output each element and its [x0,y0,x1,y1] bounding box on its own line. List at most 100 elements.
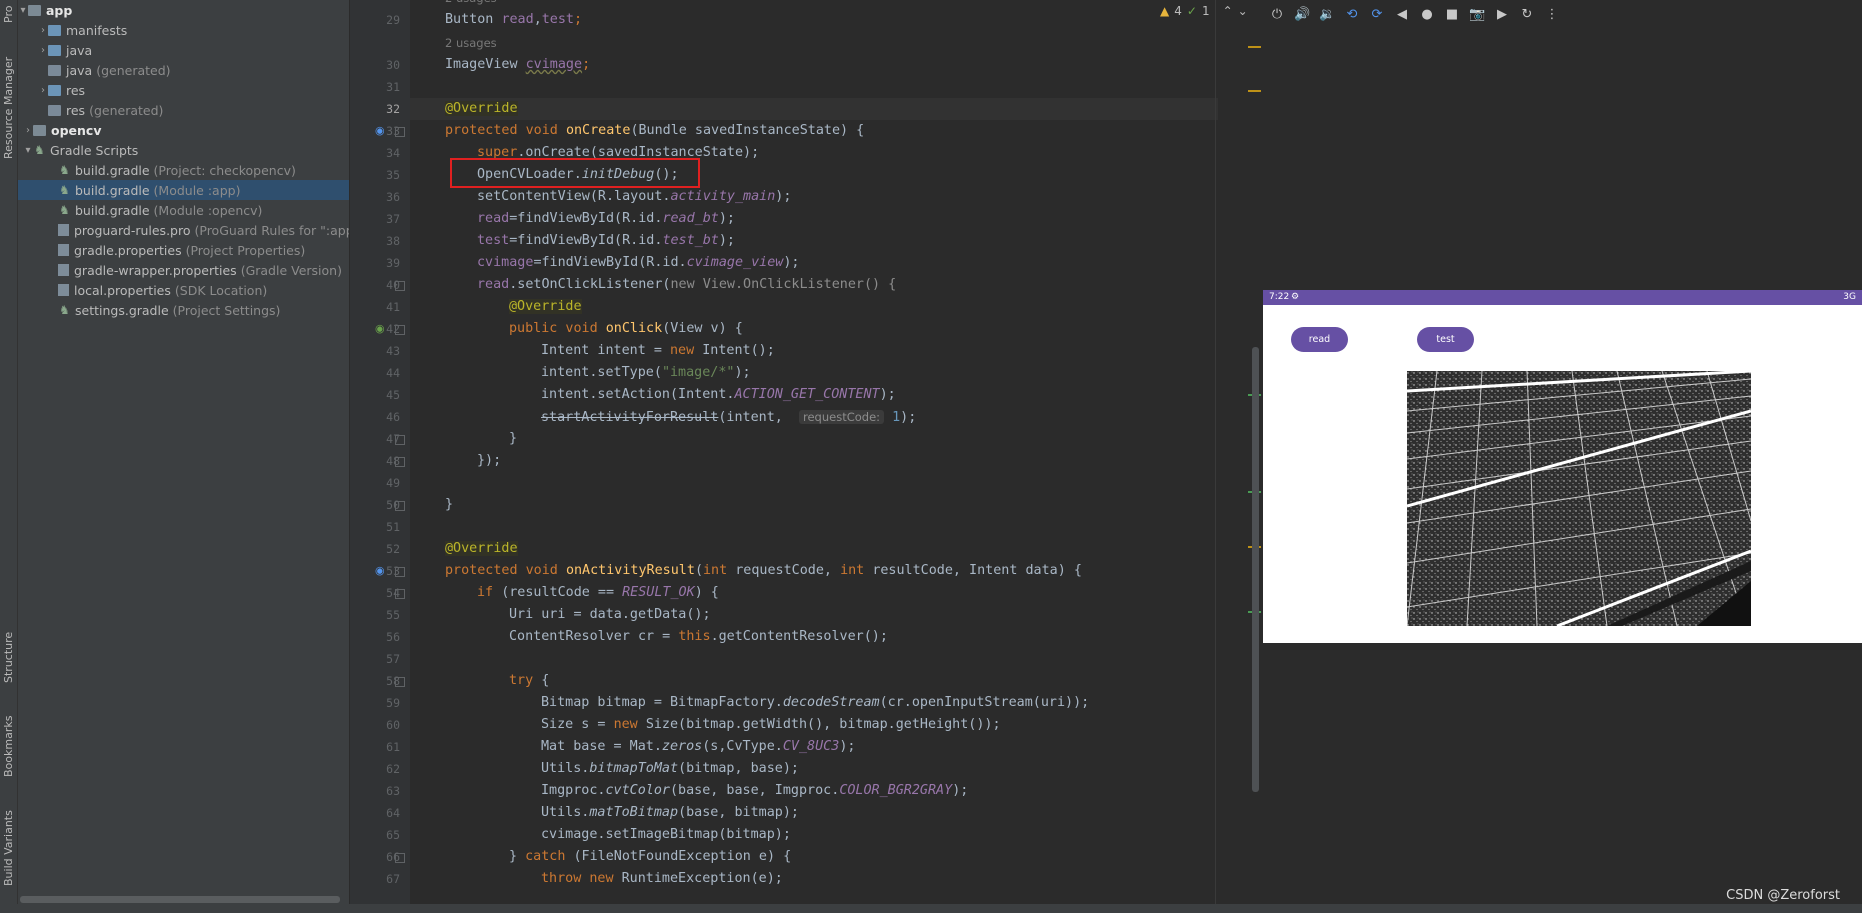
line-number: 31 [386,80,400,94]
home-icon[interactable]: ● [1419,7,1435,22]
tree-item-label: java [66,62,93,78]
warning-stripe[interactable] [1248,90,1261,92]
chevron-right-icon[interactable]: › [38,85,48,96]
tree-item-build-gradle-project[interactable]: ♞ build.gradle (Project: checkopencv) [18,160,349,180]
line-number: 51 [386,520,400,534]
line-number: 35 [386,168,400,182]
snapshot-icon[interactable]: ↻ [1519,7,1535,22]
chevron-right-icon[interactable]: › [38,25,48,36]
override-gutter-icon[interactable]: ◉ [375,564,385,577]
screen-record-icon[interactable]: ▶ [1494,7,1510,22]
structure-tab[interactable]: Structure [0,625,17,689]
tree-item-proguard[interactable]: proguard-rules.pro (ProGuard Rules for "… [18,220,349,240]
generated-folder-icon [48,104,61,116]
editor-vertical-scrollbar[interactable] [1252,347,1259,792]
tree-item-opencv[interactable]: › opencv [18,120,349,140]
line-number: 59 [386,696,400,710]
resource-manager-tab[interactable]: Resource Manager [0,50,17,165]
chevron-up-icon[interactable]: ⌃ [1223,4,1233,18]
tree-item-gradle-scripts[interactable]: ▾ ♞ Gradle Scripts [18,140,349,160]
fold-icon[interactable] [395,435,405,445]
fold-icon[interactable] [395,281,405,291]
power-icon[interactable]: ⏻ [1269,7,1285,22]
tree-item-settings-gradle[interactable]: ♞ settings.gradle (Project Settings) [18,300,349,320]
line-number: 62 [386,762,400,776]
fold-icon[interactable] [395,589,405,599]
tree-item-res[interactable]: › res [18,80,349,100]
inspection-widget[interactable]: ▲ 4 ✓ 1 ⌃ ⌄ [1160,4,1248,18]
chevron-down-icon[interactable]: ▾ [23,145,33,156]
tree-item-label: opencv [51,122,102,138]
usages-hint[interactable]: 2 usages [445,0,497,9]
build-variants-tab[interactable]: Build Variants [0,802,17,894]
volume-up-icon[interactable]: 🔊 [1294,7,1310,22]
chevron-down-icon[interactable]: ▾ [18,5,28,16]
back-icon[interactable]: ◀ [1394,7,1410,22]
line-number: 40 [386,278,400,292]
code-line: public void onClick(View v) { [509,321,743,336]
warning-stripe[interactable] [1248,46,1261,48]
file-icon [58,224,69,236]
chevron-right-icon[interactable]: › [38,45,48,56]
current-line-highlight [410,98,1218,120]
overview-icon[interactable]: ■ [1444,7,1460,22]
tree-item-build-gradle-opencv[interactable]: ♞ build.gradle (Module :opencv) [18,200,349,220]
folder-icon [48,44,61,56]
implements-gutter-icon[interactable]: ◉ [375,322,385,335]
project-horizontal-scrollbar[interactable] [20,896,340,903]
line-number: 41 [386,300,400,314]
line-number: 50 [386,498,400,512]
fold-icon[interactable] [395,677,405,687]
tree-item-gradle-properties[interactable]: gradle.properties (Project Properties) [18,240,349,260]
tree-item-build-gradle-app[interactable]: ♞ build.gradle (Module :app) [18,180,349,200]
rotate-left-icon[interactable]: ⟲ [1344,7,1360,22]
tree-item-label: local.properties [74,282,171,298]
code-line: intent.setType("image/*"); [541,365,751,380]
emulator-screen[interactable]: 7:22 ⚙ 3G read test [1263,290,1862,643]
right-margin-guide [1215,0,1216,913]
project-tab[interactable]: Pro [0,0,17,28]
rotate-right-icon[interactable]: ⟳ [1369,7,1385,22]
test-button[interactable]: test [1417,327,1474,352]
fold-icon[interactable] [395,853,405,863]
tree-item-hint: (ProGuard Rules for ":app") [194,222,350,238]
code-line: @Override [509,299,582,314]
gradle-elephant-icon: ♞ [59,203,70,217]
solar-panel-image [1407,371,1751,626]
tree-item-manifests[interactable]: › manifests [18,20,349,40]
line-number: 58 [386,674,400,688]
line-number: 38 [386,234,400,248]
tree-item-java[interactable]: › java [18,40,349,60]
tree-item-java-generated[interactable]: java (generated) [18,60,349,80]
override-gutter-icon[interactable]: ◉ [375,124,385,137]
volume-down-icon[interactable]: 🔉 [1319,7,1335,22]
screenshot-icon[interactable]: 📷 [1469,7,1485,22]
more-icon[interactable]: ⋮ [1544,7,1560,22]
code-editor[interactable]: 2 usages Button read,test; 2 usages Imag… [410,0,1218,913]
fold-icon[interactable] [395,457,405,467]
tree-item-app[interactable]: ▾ app [18,0,349,20]
tree-item-label: build.gradle [75,202,150,218]
tree-item-label: app [46,2,73,18]
code-line: }); [477,453,502,468]
tree-item-gradle-wrapper[interactable]: gradle-wrapper.properties (Gradle Versio… [18,260,349,280]
tree-item-res-generated[interactable]: res (generated) [18,100,349,120]
usages-hint[interactable]: 2 usages [445,32,497,54]
line-number: 46 [386,410,400,424]
tree-item-hint: (Gradle Version) [240,262,342,278]
fold-icon[interactable] [395,325,405,335]
chevron-down-icon[interactable]: ⌄ [1238,4,1248,18]
fold-icon[interactable] [395,567,405,577]
module-folder-icon [33,124,46,136]
chevron-right-icon[interactable]: › [23,125,33,136]
code-line: Imgproc.cvtColor(base, base, Imgproc.COL… [541,783,969,798]
code-line: try { [509,673,550,688]
bookmarks-tab[interactable]: Bookmarks [0,710,17,782]
tree-item-local-properties[interactable]: local.properties (SDK Location) [18,280,349,300]
code-line: protected void onActivityResult(int requ… [445,563,1082,578]
fold-icon[interactable] [395,501,405,511]
fold-icon[interactable] [395,127,405,137]
tree-item-hint: (Project Settings) [172,302,281,318]
line-number: 44 [386,366,400,380]
read-button[interactable]: read [1291,327,1348,352]
